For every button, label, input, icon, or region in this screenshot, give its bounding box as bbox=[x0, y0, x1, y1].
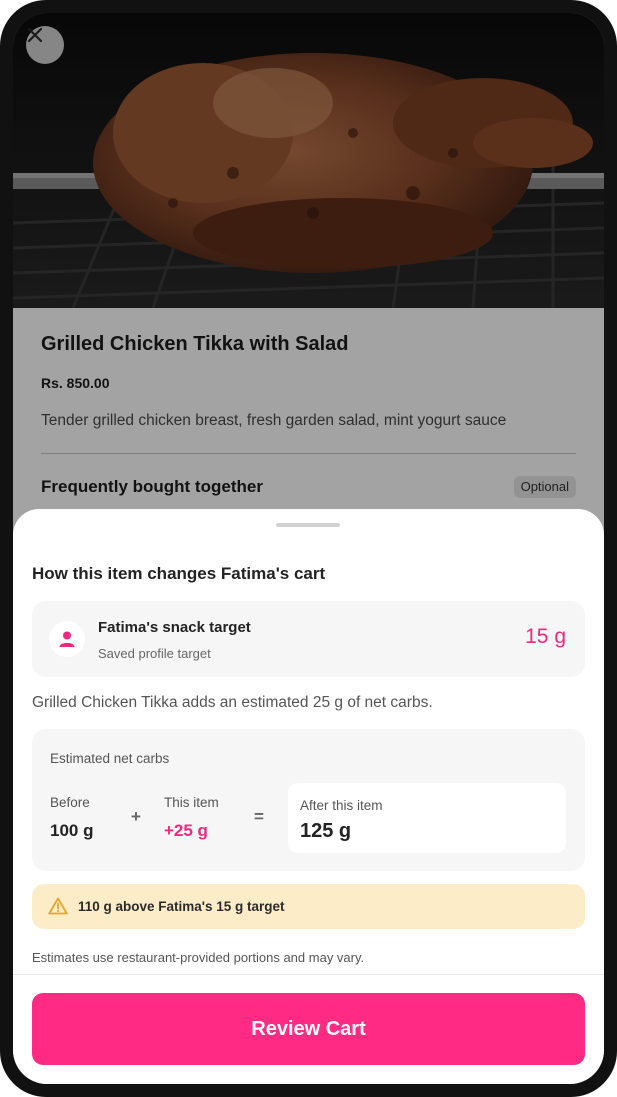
net-carbs-label: Estimated net carbs bbox=[50, 751, 170, 766]
user-icon bbox=[59, 631, 75, 647]
sheet-title: How this item changes Fatima's cart bbox=[32, 564, 326, 583]
target-value: 15 g bbox=[525, 625, 566, 648]
sheet-grabber[interactable] bbox=[276, 523, 340, 527]
target-warning-banner: 110 g above Fatima's 15 g target bbox=[32, 884, 585, 929]
avatar bbox=[49, 621, 85, 657]
after-item-label: After this item bbox=[300, 798, 383, 813]
estimate-disclaimer: Estimates use restaurant-provided portio… bbox=[32, 950, 365, 965]
warning-triangle-icon bbox=[48, 897, 68, 915]
device-frame: Grilled Chicken Tikka with Salad Rs. 850… bbox=[0, 0, 617, 1097]
equals-sign: = bbox=[254, 807, 264, 826]
carb-impact-text: Grilled Chicken Tikka adds an estimated … bbox=[32, 694, 433, 711]
footer-divider bbox=[13, 974, 604, 975]
before-value: 100 g bbox=[50, 821, 94, 840]
plus-sign: + bbox=[131, 807, 141, 826]
after-item-value: 125 g bbox=[300, 820, 352, 842]
cart-impact-sheet: How this item changes Fatima's cart Fati… bbox=[13, 509, 604, 1084]
this-item-label: This item bbox=[164, 795, 219, 810]
before-label: Before bbox=[50, 795, 90, 810]
target-sublabel: Saved profile target bbox=[98, 646, 211, 661]
review-cart-button[interactable]: Review Cart bbox=[32, 993, 585, 1065]
after-item-box: After this item 125 g bbox=[288, 783, 566, 853]
screen: Grilled Chicken Tikka with Salad Rs. 850… bbox=[13, 13, 604, 1084]
warning-text: 110 g above Fatima's 15 g target bbox=[78, 899, 285, 914]
target-label: Fatima's snack target bbox=[98, 619, 251, 636]
this-item-value: +25 g bbox=[164, 821, 208, 840]
snack-target-card: Fatima's snack target Saved profile targ… bbox=[32, 601, 585, 677]
net-carbs-card: Estimated net carbs Before 100 g + This … bbox=[32, 729, 585, 871]
